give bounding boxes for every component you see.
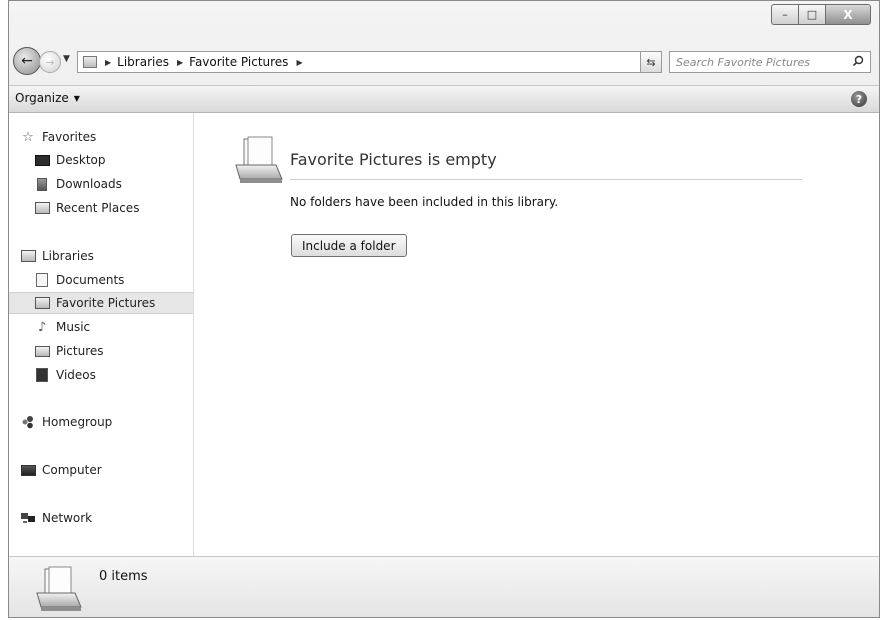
music-icon: ♪	[37, 319, 47, 335]
downloads-icon	[34, 177, 50, 191]
sidebar-item-favorites[interactable]: ☆ Favorites	[9, 126, 193, 148]
sidebar-item-label: Favorite Pictures	[56, 296, 156, 310]
maximize-button[interactable]: □	[798, 4, 825, 25]
sidebar-item-downloads[interactable]: Downloads	[9, 173, 193, 195]
library-icon	[83, 56, 97, 68]
chevron-right-icon[interactable]: ▶	[177, 58, 183, 67]
organize-menu[interactable]: Organize ▼	[15, 91, 80, 105]
library-icon	[31, 565, 87, 615]
forward-button[interactable]: →	[39, 51, 61, 73]
sidebar-item-libraries[interactable]: Libraries	[9, 245, 193, 267]
sidebar-item-desktop[interactable]: Desktop	[9, 149, 193, 171]
navigation-bar: ← → ▼ ▶ Libraries ▶ Favorite Pictures ▶ …	[9, 45, 879, 77]
explorer-window: – □ X ← → ▼ ▶ Libraries ▶ Favorite Pictu…	[8, 0, 880, 618]
sidebar-item-label: Homegroup	[42, 415, 113, 429]
pictures-icon	[34, 344, 50, 358]
content-pane: Favorite Pictures is empty No folders ha…	[194, 113, 879, 556]
organize-label: Organize	[15, 91, 69, 105]
sidebar-item-label: Downloads	[56, 177, 122, 191]
refresh-button[interactable]: ⇆	[640, 51, 662, 73]
sidebar-item-documents[interactable]: Documents	[9, 269, 193, 291]
sidebar-item-label: Computer	[42, 463, 102, 477]
videos-icon	[34, 368, 50, 382]
sidebar-item-pictures[interactable]: Pictures	[9, 340, 193, 362]
search-box[interactable]	[669, 51, 871, 73]
sidebar-item-label: Music	[56, 320, 91, 334]
sidebar-item-recent-places[interactable]: Recent Places	[9, 197, 193, 219]
empty-library-title: Favorite Pictures is empty	[290, 150, 497, 169]
star-icon: ☆	[22, 129, 34, 145]
item-count: 0 items	[99, 569, 148, 584]
library-icon	[34, 296, 50, 310]
minimize-button[interactable]: –	[771, 4, 798, 25]
help-icon[interactable]: ?	[851, 91, 867, 107]
network-icon	[20, 511, 36, 525]
details-pane: 0 items	[9, 556, 879, 617]
libraries-icon	[20, 249, 36, 263]
breadcrumb-libraries[interactable]: Libraries	[117, 55, 169, 69]
include-folder-button[interactable]: Include a folder	[291, 234, 407, 257]
recent-pages-dropdown[interactable]: ▼	[63, 54, 70, 64]
navigation-pane: ☆ Favorites Desktop Downloads Recent Pla…	[9, 113, 194, 556]
sidebar-item-network[interactable]: Network	[9, 507, 193, 529]
sidebar-item-label: Documents	[56, 273, 125, 287]
sidebar-item-label: Desktop	[56, 153, 106, 167]
desktop-icon	[34, 153, 50, 167]
sidebar-item-homegroup[interactable]: Homegroup	[9, 411, 193, 433]
chevron-right-icon[interactable]: ▶	[105, 58, 111, 67]
library-icon	[230, 135, 288, 187]
empty-library-message: No folders have been included in this li…	[290, 195, 559, 209]
sidebar-item-label: Videos	[56, 368, 96, 382]
sidebar-item-label: Network	[42, 511, 93, 525]
caption-buttons: – □ X	[771, 4, 871, 25]
sidebar-item-computer[interactable]: Computer	[9, 459, 193, 481]
documents-icon	[34, 273, 50, 287]
sidebar-item-favorite-pictures[interactable]: Favorite Pictures	[9, 292, 193, 314]
sidebar-item-label: Libraries	[42, 249, 94, 263]
divider	[290, 179, 802, 180]
sidebar-item-label: Recent Places	[56, 201, 140, 215]
chevron-right-icon[interactable]: ▶	[296, 58, 302, 67]
search-input[interactable]	[676, 55, 836, 69]
breadcrumb-favorite-pictures[interactable]: Favorite Pictures	[189, 55, 288, 69]
title-bar: – □ X	[9, 1, 879, 41]
homegroup-icon	[20, 415, 36, 429]
sidebar-item-label: Favorites	[42, 130, 97, 144]
back-button[interactable]: ←	[13, 47, 41, 75]
search-icon[interactable]	[852, 55, 864, 70]
address-bar[interactable]: ▶ Libraries ▶ Favorite Pictures ▶ ▼	[77, 51, 659, 73]
sidebar-item-label: Pictures	[56, 344, 104, 358]
chevron-down-icon: ▼	[73, 93, 80, 103]
command-bar: Organize ▼ ?	[9, 85, 879, 113]
computer-icon	[20, 463, 36, 477]
sidebar-item-videos[interactable]: Videos	[9, 364, 193, 386]
sidebar-item-music[interactable]: ♪ Music	[9, 316, 193, 338]
recent-places-icon	[34, 201, 50, 215]
close-button[interactable]: X	[825, 4, 871, 25]
